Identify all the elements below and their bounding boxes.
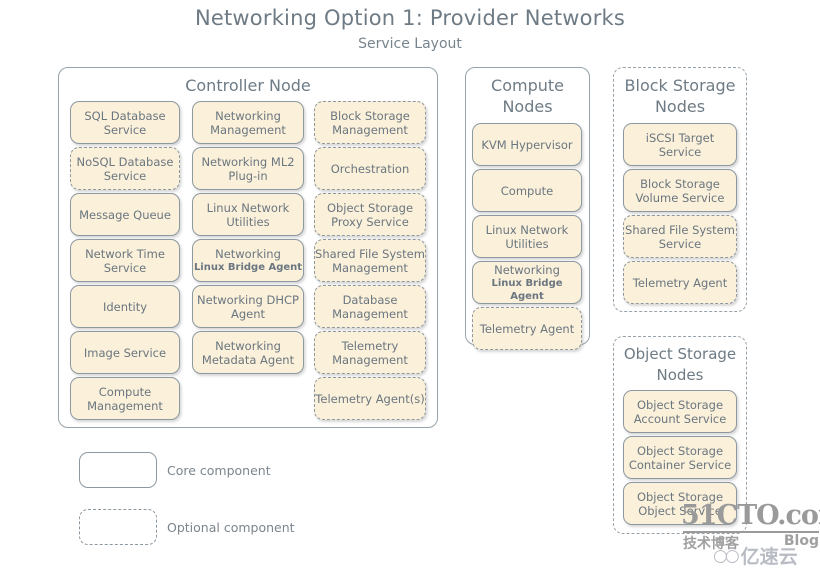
node-object-storage-title: Object Storage Nodes <box>623 345 737 384</box>
node-block-storage-title: Block Storage Nodes <box>624 76 736 116</box>
service-label: Telemetry Agent(s) <box>315 391 425 406</box>
legend-swatch-optional <box>79 509 157 545</box>
service-label: SQL Database Service <box>84 108 166 137</box>
service-label: Compute Management <box>87 384 163 413</box>
service-linux-network-utilities[interactable]: Linux Network Utilities <box>192 193 304 236</box>
page-subtitle: Service Layout <box>358 36 462 52</box>
service-sublabel: Linux Bridge Agent <box>491 277 563 302</box>
service-label: Networking Metadata Agent <box>201 338 295 367</box>
service-object-storage-account-service[interactable]: Object Storage Account Service <box>623 390 737 433</box>
service-label: Block Storage Management <box>330 108 410 137</box>
service-compute-management[interactable]: Compute Management <box>70 377 180 420</box>
watermark-yisu: ○○ 亿速云 <box>713 542 798 569</box>
service-label: Object Storage Account Service <box>633 397 727 426</box>
service-label: Telemetry Agent <box>479 321 575 336</box>
service-label: KVM Hypervisor <box>481 137 573 152</box>
service-label: Networking Management <box>210 108 286 137</box>
service-networking-linux-bridge-agent[interactable]: Networking Linux Bridge Agent <box>192 239 304 282</box>
service-networking-dhcp-agent[interactable]: Networking DHCP Agent <box>192 285 304 328</box>
node-controller-title: Controller Node <box>185 76 311 95</box>
service-compute-telemetry-agent[interactable]: Telemetry Agent <box>472 307 582 350</box>
service-networking-ml2-plugin[interactable]: Networking ML2 Plug-in <box>192 147 304 190</box>
service-database-management[interactable]: Database Management <box>314 285 426 328</box>
service-label: Shared File System Management <box>315 246 425 275</box>
service-networking-metadata-agent[interactable]: Networking Metadata Agent <box>192 331 304 374</box>
service-image-service[interactable]: Image Service <box>70 331 180 374</box>
service-label: Networking <box>215 247 281 261</box>
service-object-storage-container-service[interactable]: Object Storage Container Service <box>623 436 737 479</box>
service-object-storage-proxy-service[interactable]: Object Storage Proxy Service <box>314 193 426 236</box>
service-label: Telemetry Agent <box>632 275 728 290</box>
service-block-storage-volume-service[interactable]: Block Storage Volume Service <box>623 169 737 212</box>
service-label: iSCSI Target Service <box>645 130 715 159</box>
service-label: Database Management <box>332 292 408 321</box>
service-identity[interactable]: Identity <box>70 285 180 328</box>
service-sublabel: Linux Bridge Agent <box>193 262 303 273</box>
service-telemetry-agents[interactable]: Telemetry Agent(s) <box>314 377 426 420</box>
service-message-queue[interactable]: Message Queue <box>70 193 180 236</box>
service-label: Telemetry Management <box>332 338 408 367</box>
service-orchestration[interactable]: Orchestration <box>314 147 426 190</box>
service-label: Linux Network Utilities <box>485 222 569 251</box>
service-label: Networking <box>494 262 560 277</box>
watermark-51cto: 51CTO.com <box>681 500 820 531</box>
service-label: Object Storage Container Service <box>628 443 732 472</box>
service-shared-file-system-management[interactable]: Shared File System Management <box>314 239 426 282</box>
service-sql-database-service[interactable]: SQL Database Service <box>70 101 180 144</box>
cloud-icon: ○○ <box>713 545 740 566</box>
service-label: Linux Network Utilities <box>206 200 290 229</box>
node-compute-title: Compute Nodes <box>491 76 564 116</box>
service-label: Block Storage Volume Service <box>635 176 725 205</box>
service-label: Identity <box>102 299 148 314</box>
legend-swatch-core <box>79 452 157 488</box>
watermark-yisu-label: 亿速云 <box>740 546 798 568</box>
service-shared-file-system-service[interactable]: Shared File System Service <box>623 215 737 258</box>
service-label: NoSQL Database Service <box>76 154 174 183</box>
service-telemetry-management[interactable]: Telemetry Management <box>314 331 426 374</box>
legend-label-core: Core component <box>167 463 271 478</box>
service-iscsi-target-service[interactable]: iSCSI Target Service <box>623 123 737 166</box>
service-label: Shared File System Service <box>625 222 735 251</box>
service-label: Image Service <box>83 345 167 360</box>
legend-label-optional: Optional component <box>167 520 295 535</box>
service-networking-management[interactable]: Networking Management <box>192 101 304 144</box>
service-compute-linux-network-utilities[interactable]: Linux Network Utilities <box>472 215 582 258</box>
service-label: Object Storage Proxy Service <box>326 200 414 229</box>
service-label: Networking ML2 Plug-in <box>201 154 295 183</box>
service-label: Message Queue <box>79 207 171 222</box>
service-compute[interactable]: Compute <box>472 169 582 212</box>
service-kvm-hypervisor[interactable]: KVM Hypervisor <box>472 123 582 166</box>
service-label: Network Time Service <box>85 246 165 275</box>
service-label: Orchestration <box>330 161 410 176</box>
service-compute-networking-linux-bridge-agent[interactable]: Networking Linux Bridge Agent <box>472 261 582 304</box>
service-block-storage-management[interactable]: Block Storage Management <box>314 101 426 144</box>
service-network-time-service[interactable]: Network Time Service <box>70 239 180 282</box>
service-label: Compute <box>500 183 554 198</box>
service-block-storage-telemetry-agent[interactable]: Telemetry Agent <box>623 261 737 304</box>
page-title: Networking Option 1: Provider Networks <box>194 6 626 30</box>
service-label: Networking DHCP Agent <box>197 292 299 321</box>
service-nosql-database-service[interactable]: NoSQL Database Service <box>70 147 180 190</box>
